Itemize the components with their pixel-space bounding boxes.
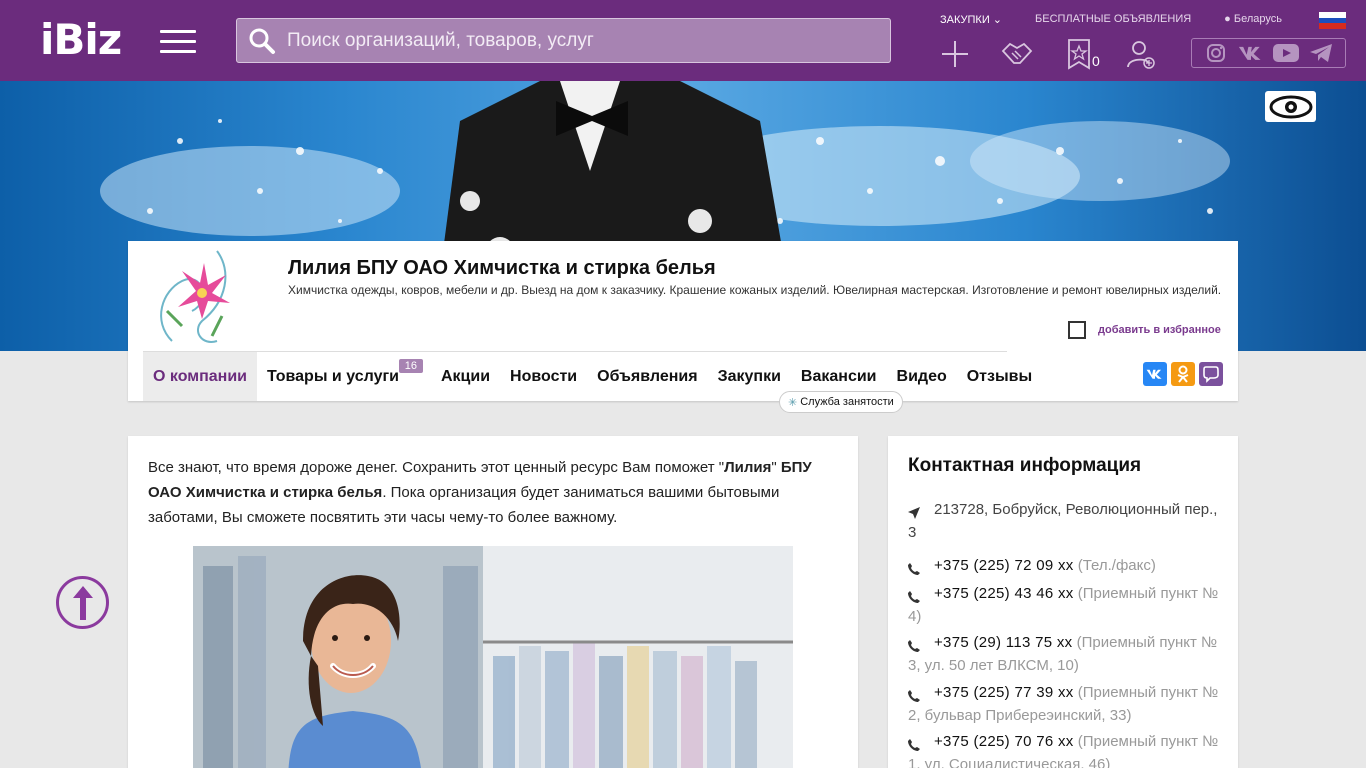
telegram-icon[interactable]	[1308, 42, 1334, 64]
company-logo	[142, 241, 250, 351]
site-logo[interactable]: iBiz	[40, 18, 122, 62]
share-buttons	[1143, 362, 1223, 386]
company-description: Химчистка одежды, ковров, мебели и др. В…	[288, 283, 1222, 297]
address-text: 213728, Бобруйск, Революционный пер., 3	[908, 501, 1218, 541]
search-icon[interactable]	[237, 18, 287, 63]
favorites-count: 0	[1092, 53, 1100, 69]
phone-row: +375 (225) 43 46 xx (Приемный пункт № 4)	[908, 582, 1223, 628]
search-bar[interactable]	[236, 18, 891, 63]
phone-note: (Тел./факс)	[1077, 557, 1156, 574]
company-title: Лилия БПУ ОАО Химчистка и стирка белья	[288, 257, 716, 279]
phone-number[interactable]: +375 (225) 70 76 xx	[934, 733, 1074, 750]
contacts-title: Контактная информация	[908, 455, 1142, 476]
phone-number[interactable]: +375 (225) 77 39 xx	[934, 684, 1074, 701]
handshake-icon[interactable]	[1000, 38, 1034, 70]
sparkle-icon: ✳	[788, 396, 798, 409]
tab-news[interactable]: Новости	[500, 352, 587, 401]
phone-icon	[908, 587, 920, 603]
company-photo	[193, 546, 793, 768]
add-favorite-label[interactable]: добавить в избранное	[1098, 324, 1221, 336]
russian-flag-icon[interactable]	[1319, 12, 1346, 29]
region-selector[interactable]: ● Беларусь	[1224, 13, 1282, 26]
top-header: iBiz ЗАКУПКИ ⌄ БЕСПЛАТНЫЕ ОБЪЯВЛЕНИЯ ● Б…	[0, 0, 1366, 81]
tab-purchases[interactable]: Закупки	[708, 352, 791, 401]
phone-row: +375 (225) 70 76 xx (Приемный пункт № 1,…	[908, 730, 1223, 768]
tab-reviews[interactable]: Отзывы	[957, 352, 1042, 401]
location-pin-icon: ●	[1224, 13, 1231, 25]
tab-promotions[interactable]: Акции	[431, 352, 500, 401]
employment-service-badge[interactable]: ✳ Служба занятости	[779, 391, 903, 413]
instagram-icon[interactable]	[1203, 42, 1229, 64]
add-user-icon[interactable]	[1124, 38, 1158, 70]
company-tabs: О компании Товары и услуги 16 Акции Новос…	[143, 352, 1042, 401]
tab-products[interactable]: Товары и услуги 16	[257, 352, 423, 401]
about-section: Все знают, что время дороже денег. Сохра…	[128, 436, 858, 768]
checkbox-icon[interactable]	[1068, 321, 1086, 339]
social-links	[1191, 38, 1346, 68]
zakupki-dropdown[interactable]: ЗАКУПКИ ⌄	[940, 13, 1002, 26]
plus-icon[interactable]	[938, 38, 972, 70]
youtube-icon[interactable]	[1273, 42, 1300, 64]
accessibility-eye-icon[interactable]	[1265, 91, 1316, 122]
viber-icon[interactable]	[1199, 362, 1223, 386]
free-ads-link[interactable]: БЕСПЛАТНЫЕ ОБЪЯВЛЕНИЯ	[1035, 13, 1191, 26]
phone-number[interactable]: +375 (29) 113 75 xx	[934, 634, 1072, 651]
about-intro: Все знают, что время дороже денег. Сохра…	[148, 459, 812, 526]
odnoklassniki-icon[interactable]	[1171, 362, 1195, 386]
contacts-panel: Контактная информация 213728, Бобруйск, …	[888, 436, 1238, 768]
menu-burger-icon[interactable]	[160, 30, 196, 54]
phone-row: +375 (225) 72 09 xx (Тел./факс)	[908, 554, 1223, 577]
phone-icon	[908, 559, 920, 575]
address-row: 213728, Бобруйск, Революционный пер., 3	[908, 498, 1223, 544]
star-bookmark-icon[interactable]: 0	[1062, 38, 1100, 70]
phone-icon	[908, 686, 920, 702]
top-links: ЗАКУПКИ ⌄ БЕСПЛАТНЫЕ ОБЪЯВЛЕНИЯ ● Белару…	[940, 13, 1282, 26]
phone-number[interactable]: +375 (225) 72 09 xx	[934, 557, 1074, 574]
vk-icon[interactable]	[1238, 42, 1264, 64]
location-arrow-icon	[908, 503, 920, 519]
tab-about[interactable]: О компании	[143, 352, 257, 401]
company-card: Лилия БПУ ОАО Химчистка и стирка белья Х…	[128, 241, 1238, 413]
products-count-badge: 16	[398, 359, 423, 373]
add-favorite-checkbox[interactable]: добавить в избранное	[1068, 321, 1221, 339]
tab-ads[interactable]: Объявления	[587, 352, 707, 401]
chevron-down-icon: ⌄	[992, 14, 1003, 26]
search-input[interactable]	[287, 29, 877, 52]
phone-row: +375 (29) 113 75 xx (Приемный пункт № 3,…	[908, 631, 1223, 677]
header-actions: 0	[938, 38, 1186, 70]
scroll-to-top-arrow-icon[interactable]	[56, 576, 109, 629]
phone-icon	[908, 735, 920, 751]
vk-icon[interactable]	[1143, 362, 1167, 386]
phone-row: +375 (225) 77 39 xx (Приемный пункт № 2,…	[908, 681, 1223, 727]
phone-icon	[908, 636, 920, 652]
phone-number[interactable]: +375 (225) 43 46 xx	[934, 585, 1074, 602]
